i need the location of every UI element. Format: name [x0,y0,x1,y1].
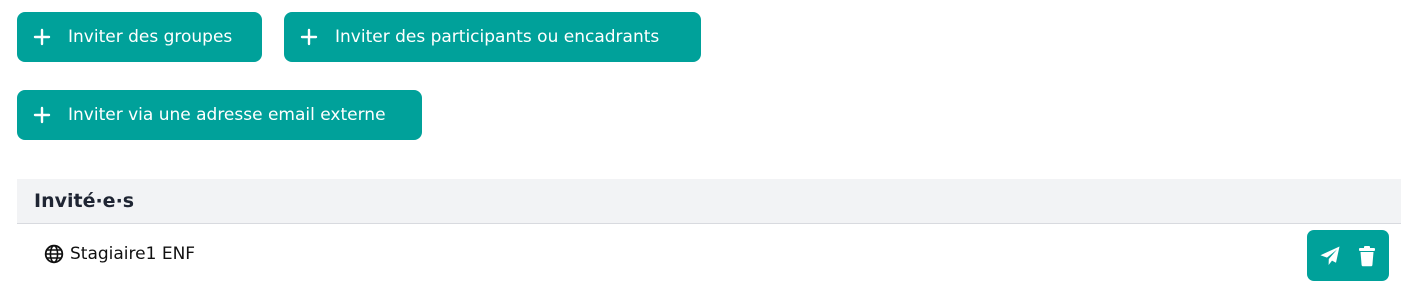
invitees-header: Invité·e·s [17,179,1401,224]
invitee-actions [1307,230,1389,281]
plus-icon [33,106,51,124]
plus-icon [300,28,318,46]
delete-invitee-button[interactable] [1351,240,1383,272]
trash-icon [1358,245,1375,266]
invitee-row: Stagiaire1 ENF [17,225,1401,285]
paper-plane-icon [1320,246,1339,265]
invite-participants-button[interactable]: Inviter des participants ou encadrants [284,12,701,62]
invite-groups-button[interactable]: Inviter des groupes [17,12,262,62]
invite-participants-label: Inviter des participants ou encadrants [335,27,660,47]
plus-icon [33,28,51,46]
send-invitation-button[interactable] [1314,240,1346,272]
globe-icon [44,244,64,264]
invitee-name: Stagiaire1 ENF [44,244,195,264]
invitee-name-label: Stagiaire1 ENF [70,244,196,264]
invitees-header-title: Invité·e·s [34,190,135,212]
invite-groups-label: Inviter des groupes [68,27,233,47]
invite-email-label: Inviter via une adresse email externe [68,105,386,125]
invite-email-button[interactable]: Inviter via une adresse email externe [17,90,422,140]
